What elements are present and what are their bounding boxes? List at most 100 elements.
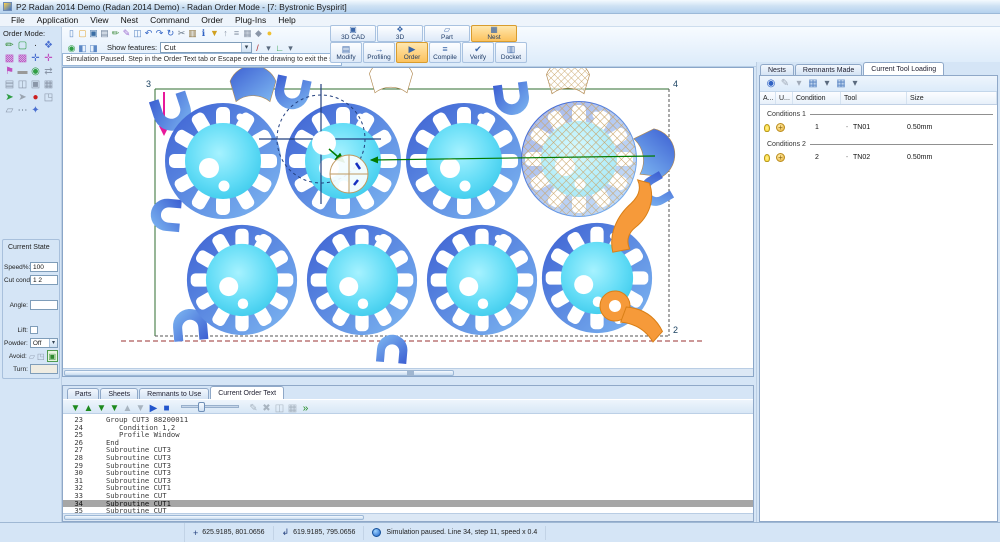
edit-tool-icon[interactable]: ✎: [778, 77, 792, 91]
col-condition[interactable]: Condition: [793, 92, 841, 104]
cut-cond-input[interactable]: 1 2: [30, 275, 58, 285]
menu-view[interactable]: View: [84, 15, 114, 25]
move-part-icon[interactable]: ❖: [42, 39, 55, 52]
frame-icon[interactable]: ▣: [29, 78, 42, 91]
tab-current-order-text[interactable]: Current Order Text: [210, 386, 284, 399]
titlebar[interactable]: P2 Radan 2014 Demo (Radan 2014 Demo) - R…: [0, 0, 1000, 14]
tool-table-caret-icon[interactable]: ▾: [820, 77, 834, 91]
cut-icon[interactable]: ✂: [176, 28, 187, 39]
page-icon[interactable]: ▱: [3, 104, 16, 117]
tool-table2-caret-icon[interactable]: ▾: [848, 77, 862, 91]
scrollbar-thumb[interactable]: [64, 515, 364, 520]
show-features-dropdown[interactable]: Cut ▾: [160, 42, 252, 53]
tool-row[interactable]: 1 - TN01 0.50mm: [760, 120, 997, 135]
mode-button-modify[interactable]: ▤Modify: [330, 42, 362, 63]
delete-icon[interactable]: ✖: [260, 402, 273, 415]
draw-icon[interactable]: ✏: [110, 28, 121, 39]
mode-button-nest[interactable]: ▦Nest: [471, 25, 517, 42]
view-icon[interactable]: ◳: [42, 91, 55, 104]
refresh-icon[interactable]: ↻: [165, 28, 176, 39]
order-text-list[interactable]: 23 Group CUT3 8820001124 Condition 1,225…: [63, 414, 753, 513]
tab-nests[interactable]: Nests: [760, 64, 794, 75]
undo-icon[interactable]: ↶: [143, 28, 154, 39]
tab-remnants-made[interactable]: Remnants Made: [795, 64, 862, 75]
angle-input[interactable]: [30, 300, 58, 310]
center-icon[interactable]: ✛: [42, 52, 55, 65]
used-coin-icon[interactable]: [776, 123, 785, 132]
order-text-scrollbar[interactable]: [63, 513, 753, 521]
lift-checkbox[interactable]: [30, 326, 38, 334]
info-icon[interactable]: ℹ: [198, 28, 209, 39]
avoid-active-button[interactable]: ▣: [47, 350, 59, 362]
avoid-skirt-icon[interactable]: ◳: [37, 352, 45, 361]
copy-icon[interactable]: ◫: [132, 28, 143, 39]
export-icon[interactable]: ▦: [286, 402, 299, 415]
avoid-low-icon[interactable]: ▱: [29, 352, 35, 361]
mode-button-part[interactable]: ▱Part: [424, 25, 470, 42]
speed-input[interactable]: 100: [30, 262, 58, 272]
path-icon[interactable]: ➤: [3, 91, 16, 104]
flag-icon[interactable]: ⚑: [3, 65, 16, 78]
scrollbar-thumb[interactable]: [64, 370, 454, 376]
more-icon[interactable]: ⋯: [16, 104, 29, 117]
active-bulb-icon[interactable]: [764, 154, 770, 162]
move-icon[interactable]: ✛: [29, 52, 42, 65]
dim-horizontal-icon[interactable]: ▩: [3, 52, 16, 65]
stop-icon[interactable]: ■: [160, 402, 173, 415]
eraser-icon[interactable]: ▬: [16, 65, 29, 78]
active-bulb-icon[interactable]: [764, 124, 770, 132]
powder-dropdown[interactable]: Off▾: [30, 338, 58, 348]
mode-button-3d[interactable]: ❖3D: [377, 25, 423, 42]
edit-icon[interactable]: ✎: [247, 402, 260, 415]
run-to-start-icon[interactable]: ▼: [69, 402, 82, 415]
turn-input[interactable]: [30, 364, 58, 374]
drawing-canvas[interactable]: 3 4 2: [62, 67, 754, 377]
tab-current-tool-loading[interactable]: Current Tool Loading: [863, 62, 944, 75]
slider-knob[interactable]: [198, 402, 205, 412]
refresh-globe-icon[interactable]: ◉: [764, 77, 778, 91]
used-coin-icon[interactable]: [776, 153, 785, 162]
run-to-end-icon[interactable]: ▼: [108, 402, 121, 415]
send-icon[interactable]: ↑: [220, 28, 231, 39]
window-icon[interactable]: ◫: [16, 78, 29, 91]
tool-row[interactable]: 2 - TN02 0.50mm: [760, 150, 997, 165]
skip-back-icon[interactable]: ▲: [121, 402, 134, 415]
col-tool[interactable]: Tool: [841, 92, 907, 104]
star-icon[interactable]: ✦: [29, 104, 42, 117]
menu-nest[interactable]: Nest: [115, 15, 144, 25]
stop-point-icon[interactable]: ●: [29, 91, 42, 104]
col-used[interactable]: U...: [776, 92, 793, 104]
draw-profile-icon[interactable]: ✏: [3, 39, 16, 52]
menu-help[interactable]: Help: [272, 15, 301, 25]
menu-application[interactable]: Application: [31, 15, 85, 25]
edit-tool-caret-icon[interactable]: ▾: [792, 77, 806, 91]
filter-icon[interactable]: ▼: [209, 28, 220, 39]
menu-file[interactable]: File: [5, 15, 31, 25]
print-icon[interactable]: ▤: [99, 28, 110, 39]
step-forward-icon[interactable]: ▼: [95, 402, 108, 415]
swap-icon[interactable]: ⇄: [42, 65, 55, 78]
menu-plugins[interactable]: Plug-Ins: [229, 15, 272, 25]
path-gray-icon[interactable]: ➤: [16, 91, 29, 104]
col-active[interactable]: A...: [760, 92, 776, 104]
part-icon[interactable]: ▢: [16, 39, 29, 52]
dim-vertical-icon[interactable]: ▩: [16, 52, 29, 65]
paste-icon[interactable]: ▥: [187, 28, 198, 39]
step-back-icon[interactable]: ▲: [82, 402, 95, 415]
clock-icon[interactable]: ◉: [29, 65, 42, 78]
skip-forward-icon[interactable]: ▼: [134, 402, 147, 415]
point-icon[interactable]: ·: [29, 39, 42, 52]
mode-button-profiling[interactable]: →Profiling: [363, 42, 395, 63]
table-icon[interactable]: ▤: [3, 78, 16, 91]
list-icon[interactable]: ≡: [231, 28, 242, 39]
mode-button-docket[interactable]: ▥Docket: [495, 42, 527, 63]
menu-order[interactable]: Order: [195, 15, 229, 25]
grid-icon[interactable]: ▦: [42, 78, 55, 91]
play-icon[interactable]: ▶: [147, 402, 160, 415]
mode-button-3dcad[interactable]: ▣3D CAD: [330, 25, 376, 42]
more-commands-icon[interactable]: »: [299, 402, 312, 415]
menu-command[interactable]: Command: [144, 15, 195, 25]
tool-table2-icon[interactable]: ▦: [834, 77, 848, 91]
tool-table-icon[interactable]: ▦: [806, 77, 820, 91]
col-size[interactable]: Size: [907, 92, 997, 104]
